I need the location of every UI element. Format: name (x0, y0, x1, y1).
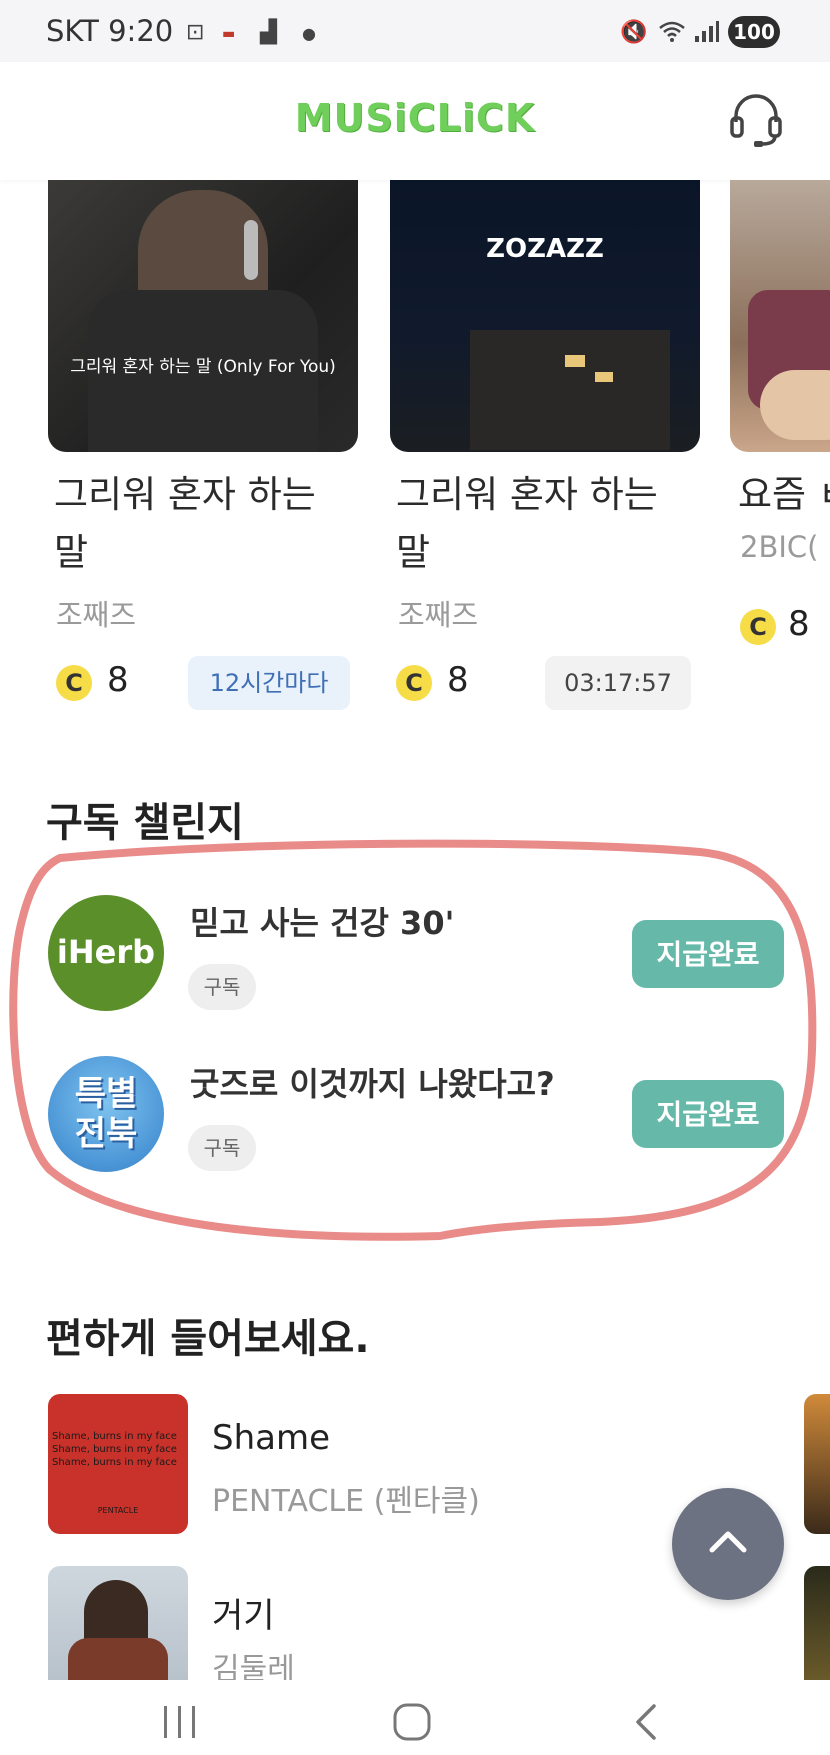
building-silhouette (470, 330, 670, 450)
card-title-line: 말 (54, 531, 89, 574)
song-thumbnail[interactable]: ZOZAZZ (390, 180, 700, 452)
lyric-line: Shame, burns in my face (52, 1444, 177, 1455)
paid-complete-button[interactable]: 지급완료 (632, 920, 784, 988)
coin-icon: C (56, 665, 92, 701)
microphone-icon (244, 220, 258, 280)
logo-text-line: 전북 (74, 1114, 138, 1154)
card-artist: 조째즈 (398, 598, 479, 632)
section-title-easy-listening: 편하게 들어보세요. (46, 1316, 370, 1362)
signal-icon (694, 20, 720, 50)
song-title[interactable]: 거기 (212, 1588, 275, 1637)
wifi-icon (658, 20, 686, 50)
app-header: MUSiCLiCK (0, 62, 830, 180)
card-artist: 조째즈 (56, 598, 137, 632)
album-art-coat (68, 1638, 168, 1680)
coin-icon: C (396, 665, 432, 701)
album-art-lyrics: Shame, burns in my face Shame, burns in … (52, 1430, 188, 1469)
mute-icon: 🔇 (620, 20, 648, 45)
coin-icon: C (740, 609, 776, 645)
challenge-title[interactable]: 굿즈로 이것까지 나왔다고? (190, 1059, 555, 1105)
chevron-up-icon (709, 1531, 747, 1553)
card-title[interactable]: 그리워 혼자 하는 말 (396, 466, 696, 582)
app-notification-icon: ▬ (222, 26, 236, 42)
photo-notification-icon: ▟ (260, 20, 277, 45)
subscribe-tag: 구독 (188, 1125, 256, 1171)
screenshot-icon: ⊡ (186, 20, 205, 45)
highlight-annotation (9, 839, 817, 1241)
support-headset-icon[interactable] (728, 90, 784, 150)
dot-icon: ● (302, 24, 316, 43)
coin-amount: 8 (447, 660, 469, 700)
status-bar: SKT 9:20 ⊡ ▬ ▟ ● 🔇 100 (0, 0, 830, 62)
album-art-label: PENTACLE (97, 1506, 139, 1515)
paid-complete-button[interactable]: 지급완료 (632, 1080, 784, 1148)
guitar-body (760, 370, 830, 440)
home-icon[interactable] (392, 1702, 432, 1742)
lyric-line: Shame, burns in my face (52, 1457, 177, 1468)
window-light (595, 372, 613, 382)
recent-apps-icon[interactable] (160, 1704, 200, 1740)
jeonbuk-logo-text: 특별 전북 (48, 1074, 164, 1154)
lyric-line: Shame, burns in my face (52, 1431, 177, 1442)
thumb-caption: ZOZAZZ (486, 234, 604, 264)
coin-amount: 8 (788, 604, 810, 644)
album-art-shame[interactable]: Shame, burns in my face Shame, burns in … (48, 1394, 188, 1534)
system-navigation-bar (0, 1680, 830, 1755)
iherb-logo: iHerb (48, 895, 164, 1011)
song-title[interactable]: Shame (212, 1418, 330, 1458)
next-album-art[interactable] (804, 1566, 830, 1680)
scroll-to-top-button[interactable] (672, 1488, 784, 1600)
iherb-logo-text: iHerb (56, 933, 156, 971)
song-artist: PENTACLE (펜타클) (212, 1484, 480, 1519)
song-thumbnail[interactable]: 그리워 혼자 하는 말 (Only For You) (48, 180, 358, 452)
card-title-line: 그리워 혼자 하는 (54, 473, 316, 516)
card-title[interactable]: 그리워 혼자 하는 말 (54, 466, 354, 582)
back-icon[interactable] (632, 1702, 662, 1742)
challenge-title[interactable]: 믿고 사는 건강 30' (190, 898, 454, 944)
song-thumbnail[interactable] (730, 180, 830, 452)
card-title-line: 그리워 혼자 하는 (396, 473, 658, 516)
thumb-caption: 그리워 혼자 하는 말 (Only For You) (70, 357, 336, 377)
card-title[interactable]: 요즘 ㅂ (738, 466, 830, 524)
battery-indicator: 100 (728, 16, 780, 48)
song-artist: 김둘레 (212, 1652, 295, 1680)
reward-interval-chip: 12시간마다 (188, 656, 350, 710)
window-light (565, 355, 585, 367)
next-album-art[interactable] (804, 1394, 830, 1534)
status-time: SKT 9:20 (46, 14, 174, 48)
countdown-chip: 03:17:57 (545, 656, 691, 710)
subscribe-tag: 구독 (188, 964, 256, 1010)
app-logo: MUSiCLiCK (294, 96, 536, 140)
card-artist: 2BIC( (740, 530, 819, 564)
album-art-geogi[interactable] (48, 1566, 188, 1680)
logo-text-line: 특별 (74, 1074, 138, 1114)
card-title-line: 말 (396, 531, 431, 574)
jeonbuk-special-logo: 특별 전북 (48, 1056, 164, 1172)
coin-amount: 8 (107, 660, 129, 700)
